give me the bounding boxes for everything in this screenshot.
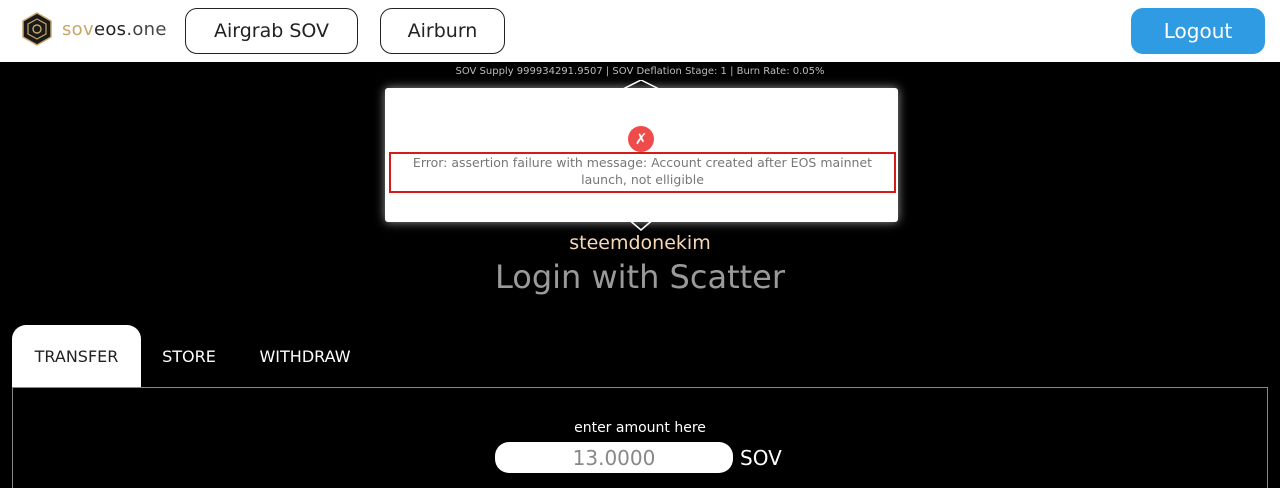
login-title: Login with Scatter: [494, 258, 785, 296]
tab-transfer[interactable]: TRANSFER: [12, 325, 141, 387]
tab-withdraw[interactable]: WITHDRAW: [245, 325, 365, 387]
airgrab-sov-button[interactable]: Airgrab SOV: [185, 8, 358, 54]
amount-input[interactable]: [495, 442, 733, 473]
logo-text-one: .one: [126, 18, 167, 40]
supply-info: SOV Supply 999934291.9507 | SOV Deflatio…: [455, 66, 825, 77]
amount-label: enter amount here: [574, 420, 706, 436]
logo-wordmark: soveos.one: [62, 19, 167, 40]
logo-text-eos: eos: [93, 18, 127, 40]
error-modal: ✗ Error: assertion failure with message:…: [385, 88, 898, 222]
error-message: Error: assertion failure with message: A…: [412, 155, 873, 187]
error-x-icon: ✗: [628, 126, 654, 152]
logo-mark-icon: [20, 12, 54, 46]
account-username: steemdonekim: [569, 232, 711, 254]
top-header: soveos.one Airgrab SOV Airburn Logout: [0, 0, 1280, 62]
site-logo[interactable]: soveos.one: [20, 12, 167, 46]
logo-text-sov: sov: [62, 18, 94, 40]
amount-unit: SOV: [740, 446, 782, 470]
airburn-button[interactable]: Airburn: [380, 8, 505, 54]
logout-button[interactable]: Logout: [1131, 8, 1265, 54]
tab-store[interactable]: STORE: [150, 325, 228, 387]
